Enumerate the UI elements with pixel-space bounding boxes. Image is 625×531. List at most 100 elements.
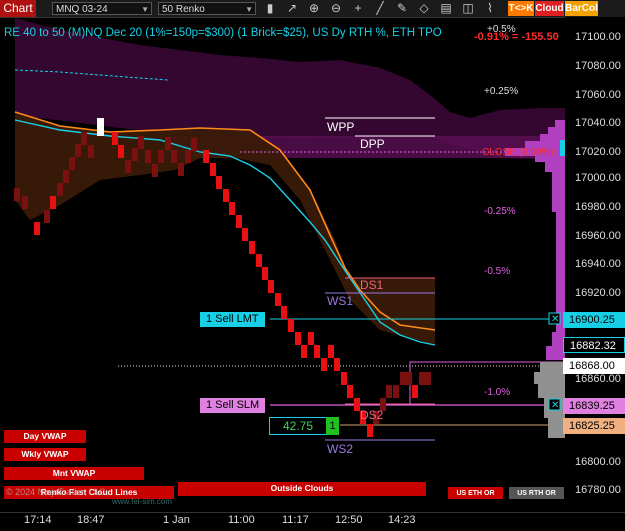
ds2-label: DS2: [360, 408, 384, 422]
renko-brick: [321, 358, 327, 371]
templates-icon[interactable]: ◫: [460, 1, 476, 16]
renko-brick: [152, 164, 158, 177]
renko-brick: [242, 228, 248, 241]
pct-level-label: -0.25%: [484, 206, 516, 217]
renko-brick: [216, 176, 222, 189]
dpp-label: DPP: [360, 137, 385, 151]
price-tick: 17060.00: [575, 89, 621, 101]
renko-brick: [367, 424, 373, 437]
renko-brick: [229, 202, 235, 215]
pct-level-label: +0.25%: [484, 86, 519, 97]
price-tick: 16860.00: [575, 373, 621, 385]
renko-brick: [412, 385, 418, 398]
renko-brick: [386, 385, 392, 398]
crosshair-icon[interactable]: +: [350, 1, 366, 16]
ws2-label: WS2: [327, 442, 354, 456]
time-tick: 18:47: [77, 514, 105, 526]
ds1-label: DS1: [360, 278, 384, 292]
renko-brick: [125, 160, 131, 173]
instrument-label: MNQ 03-24: [56, 4, 108, 15]
renko-brick: [210, 163, 216, 176]
position-price-tag: 16825.25: [563, 418, 625, 434]
renko-brick: [301, 345, 307, 358]
renko-brick: [256, 254, 262, 267]
renko-brick: [262, 267, 268, 280]
sell-stop-order-tag[interactable]: 1 Sell SLM: [200, 398, 266, 413]
properties-icon[interactable]: ⌇: [482, 1, 498, 16]
instrument-selector[interactable]: MNQ 03-24 ▼: [52, 2, 152, 15]
monthly-vwap-button[interactable]: Mnt VWAP: [4, 467, 144, 480]
renko-brick: [341, 372, 347, 385]
tk-toggle-button[interactable]: T<>K: [508, 1, 534, 16]
time-tick: 17:14: [24, 514, 52, 526]
bar-type-label: 50 Renko: [162, 4, 205, 15]
price-tick: 16780.00: [575, 484, 621, 496]
renko-brick: [334, 358, 340, 371]
renko-brick: [223, 189, 229, 202]
renko-brick: [145, 150, 151, 163]
cloud-toggle-button[interactable]: Cloud: [535, 1, 564, 16]
chart-tab[interactable]: Chart: [0, 0, 36, 17]
last-price-tag: 16868.00: [563, 358, 625, 374]
chart-title: RE 40 to 50 (M)NQ Dec 20 (1%=150p=$300) …: [4, 27, 442, 39]
renko-brick: [393, 385, 399, 398]
chevron-down-icon: ▼: [245, 5, 253, 14]
price-tick: 16920.00: [575, 287, 621, 299]
renko-brick: [249, 241, 255, 254]
price-tick: 17040.00: [575, 117, 621, 129]
us-eth-or-button[interactable]: US ETH OR: [448, 487, 503, 499]
renko-brick: [50, 196, 56, 209]
renko-brick: [69, 157, 75, 170]
pencil-icon[interactable]: ✎: [394, 1, 410, 16]
position-qty-badge[interactable]: 1: [326, 417, 339, 435]
time-tick: 11:00: [228, 514, 255, 526]
chart-toolbar: Chart MNQ 03-24 ▼ 50 Renko ▼ ▮ ↗ ⊕ ⊖ + ╱…: [0, 0, 625, 18]
renko-brick: [118, 145, 124, 158]
renko-brick: [419, 372, 425, 385]
wpp-label: WPP: [327, 120, 355, 134]
drawing-tools-icon[interactable]: ◇: [416, 1, 432, 16]
price-tick: 16980.00: [575, 201, 621, 213]
sell-slm-price-tag: 16839.25: [563, 398, 625, 414]
renko-brick: [178, 163, 184, 176]
price-tick: 16800.00: [575, 456, 621, 468]
copyright-text: © 2024 NinjaTrader, LLC: [6, 487, 106, 497]
us-rth-or-button[interactable]: US RTH OR: [509, 487, 564, 499]
renko-brick: [158, 150, 164, 163]
time-tick: 11:17: [282, 514, 309, 526]
renko-brick: [112, 132, 118, 145]
renko-brick: [171, 150, 177, 163]
zoom-out-icon[interactable]: ⊖: [328, 1, 344, 16]
line-tool-icon[interactable]: ╱: [372, 1, 388, 16]
chart-trader-icon[interactable]: ▤: [438, 1, 454, 16]
weekly-vwap-button[interactable]: Wkly VWAP: [4, 448, 86, 461]
bars-icon[interactable]: ▮: [262, 1, 278, 16]
ws1-label: WS1: [327, 294, 354, 308]
pct-level-label: +0.5%: [487, 24, 516, 35]
price-tick: 16940.00: [575, 258, 621, 270]
renko-brick: [288, 319, 294, 332]
renko-brick: [132, 148, 138, 161]
svg-text:✕: ✕: [551, 400, 559, 411]
indicators-icon[interactable]: ↗: [284, 1, 300, 16]
barcol-toggle-button[interactable]: BarCol: [565, 1, 598, 16]
bar-type-selector[interactable]: 50 Renko ▼: [158, 2, 256, 15]
renko-brick: [203, 150, 209, 163]
pct-level-label: -0.5%: [484, 266, 511, 277]
time-tick: 1 Jan: [163, 514, 190, 526]
session-marker: [97, 118, 104, 136]
watermark-text: www.fel-sim.com: [112, 497, 173, 506]
chevron-down-icon: ▼: [141, 5, 149, 14]
time-tick: 12:50: [335, 514, 363, 526]
sell-limit-order-tag[interactable]: 1 Sell LMT: [200, 312, 265, 327]
day-vwap-button[interactable]: Day VWAP: [4, 430, 86, 443]
renko-brick: [34, 222, 40, 235]
renko-brick: [295, 332, 301, 345]
zoom-in-icon[interactable]: ⊕: [306, 1, 322, 16]
fast-line-price-tag: 16882.32: [563, 337, 625, 353]
renko-brick: [308, 332, 314, 345]
pnl-display: 42.75: [269, 417, 327, 435]
price-tick: 17020.00: [575, 146, 621, 158]
outside-clouds-button[interactable]: Outside Clouds: [178, 482, 426, 496]
price-tick: 17100.00: [575, 31, 621, 43]
